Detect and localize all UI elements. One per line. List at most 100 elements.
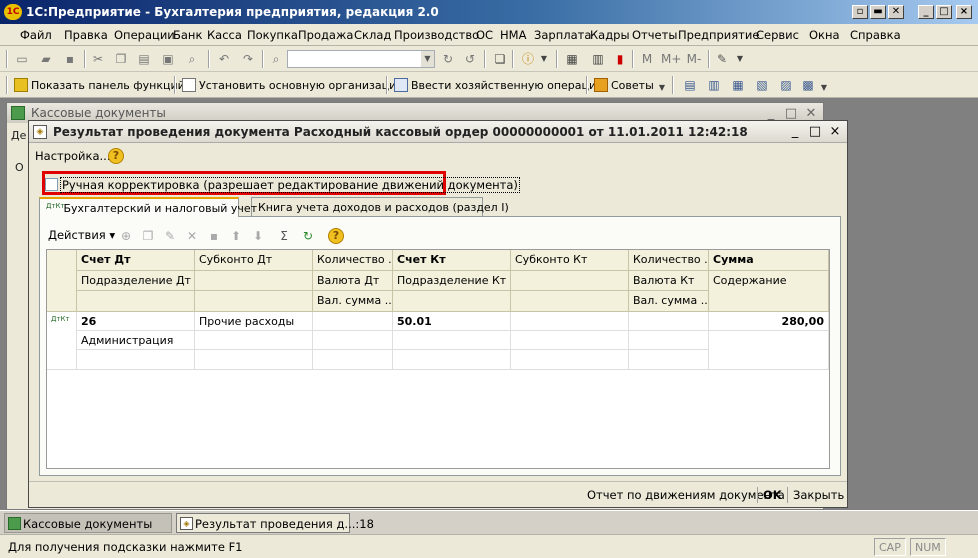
tab-accounting[interactable]: ДтКт Бухгалтерский и налоговый учет: [39, 197, 257, 217]
sum-icon[interactable]: Σ: [276, 228, 292, 244]
manual-correction-checkbox[interactable]: [45, 178, 58, 191]
catalog-icon[interactable]: ▥: [706, 77, 722, 93]
set-org-button[interactable]: Установить основную организацию: [182, 78, 406, 92]
menu-help[interactable]: Справка: [850, 28, 901, 42]
cell-empty[interactable]: [77, 350, 195, 370]
bookmark-icon[interactable]: ▮: [612, 51, 628, 67]
cell-content[interactable]: [709, 331, 829, 370]
refresh-icon[interactable]: ↻: [300, 228, 316, 244]
cell-currency-sum-kt[interactable]: [629, 350, 709, 370]
cell-empty[interactable]: [195, 350, 313, 370]
memory-button[interactable]: М: [640, 51, 654, 67]
chevron-down-icon[interactable]: ▼: [421, 51, 434, 67]
menu-enterprise[interactable]: Предприятие: [678, 28, 759, 42]
search-prev-icon[interactable]: ↺: [462, 51, 478, 67]
header-sum[interactable]: Сумма: [709, 250, 829, 271]
cell-currency-sum-dt[interactable]: [313, 350, 393, 370]
header-account-kt[interactable]: Счет Кт: [393, 250, 511, 271]
menu-salary[interactable]: Зарплата: [534, 28, 591, 42]
header-division-dt[interactable]: Подразделение Дт: [77, 271, 195, 291]
enter-operation-button[interactable]: Ввести хозяйственную операцию: [394, 78, 605, 92]
menu-operations[interactable]: Операции: [114, 28, 175, 42]
postings-grid[interactable]: Счет Дт Субконто Дт Количество ... Счет …: [46, 249, 830, 469]
calendar-icon[interactable]: ▥: [590, 51, 606, 67]
movements-report-button[interactable]: Отчет по движениям документа: [587, 488, 785, 502]
tab-income-book[interactable]: Книга учета доходов и расходов (раздел I…: [251, 197, 509, 217]
cell-quantity-kt[interactable]: [629, 312, 709, 331]
header-currency-sum-dt[interactable]: Вал. сумма ...: [313, 291, 393, 312]
menu-reports[interactable]: Отчеты: [632, 28, 677, 42]
chevron-down-icon[interactable]: ▼: [654, 80, 670, 96]
new-document-icon[interactable]: ▭: [14, 51, 30, 67]
menu-warehouse[interactable]: Склад: [354, 28, 391, 42]
edit-icon[interactable]: ✎: [162, 228, 178, 244]
cell-empty[interactable]: [195, 331, 313, 350]
cut-icon[interactable]: ✂: [90, 51, 106, 67]
close-dialog-button[interactable]: Закрыть: [793, 488, 844, 502]
cell-division-kt[interactable]: [393, 331, 511, 350]
move-up-icon[interactable]: ⬆: [228, 228, 244, 244]
redo-icon[interactable]: ↷: [240, 51, 256, 67]
cell-currency-dt[interactable]: [313, 331, 393, 350]
cell-subconto-kt[interactable]: [511, 312, 629, 331]
mdi-close-button[interactable]: ✕: [888, 5, 904, 19]
menu-sales[interactable]: Продажа: [298, 28, 353, 42]
show-panel-button[interactable]: Показать панель функций: [14, 78, 185, 92]
header-subconto-kt[interactable]: Субконто Кт: [511, 250, 629, 271]
menu-production[interactable]: Производство: [394, 28, 479, 42]
header-division-kt[interactable]: Подразделение Кт: [393, 271, 511, 291]
report-icon[interactable]: ▨: [778, 77, 794, 93]
cell-quantity-dt[interactable]: [313, 312, 393, 331]
cell-account-dt[interactable]: 26: [77, 312, 195, 331]
menu-hr[interactable]: Кадры: [590, 28, 630, 42]
search-next-icon[interactable]: ↻: [440, 51, 456, 67]
cell-empty[interactable]: [511, 350, 629, 370]
ok-button[interactable]: OK: [763, 488, 782, 502]
chevron-down-icon[interactable]: ▼: [536, 51, 552, 67]
delete-icon[interactable]: ▣: [160, 51, 176, 67]
actions-menu-button[interactable]: Действия ▾: [48, 228, 115, 242]
header-quantity-dt[interactable]: Количество ...: [313, 250, 393, 271]
taskbar-item-posting-result[interactable]: ◈ Результат проведения д...:18: [176, 513, 374, 533]
header-currency-kt[interactable]: Валюта Кт: [629, 271, 709, 291]
journal-icon[interactable]: ▤: [682, 77, 698, 93]
menu-fixed-assets[interactable]: ОС: [476, 28, 493, 42]
header-subconto-dt[interactable]: Субконто Дт: [195, 250, 313, 271]
menu-bank[interactable]: Банк: [173, 28, 202, 42]
manual-correction-label[interactable]: Ручная корректировка (разрешает редактир…: [60, 177, 520, 193]
menu-file[interactable]: Файл: [20, 28, 52, 42]
cell-empty[interactable]: [511, 331, 629, 350]
cell-subconto-dt[interactable]: Прочие расходы: [195, 312, 313, 331]
settings-menu-button[interactable]: Настройка...: [35, 149, 111, 163]
header-content[interactable]: Содержание: [709, 271, 829, 312]
help-icon[interactable]: ?: [108, 148, 124, 164]
header-quantity-kt[interactable]: Количество ...: [629, 250, 709, 271]
find-icon[interactable]: ⌕: [184, 51, 200, 67]
close-button[interactable]: ×: [956, 5, 972, 19]
mdi-restore-button[interactable]: ▫: [852, 5, 868, 19]
list-icon[interactable]: ▦: [730, 77, 746, 93]
users-icon[interactable]: ▧: [754, 77, 770, 93]
menu-edit[interactable]: Правка: [64, 28, 108, 42]
save-icon[interactable]: ▪: [62, 51, 78, 67]
header-currency-dt[interactable]: Валюта Дт: [313, 271, 393, 291]
dialog-close-button[interactable]: ×: [827, 124, 843, 140]
paste-icon[interactable]: ▤: [136, 51, 152, 67]
help-icon[interactable]: ?: [328, 228, 344, 244]
cell-currency-kt[interactable]: [629, 331, 709, 350]
search-icon[interactable]: ⌕: [268, 51, 284, 67]
memory-minus-button[interactable]: М-: [684, 51, 704, 67]
move-down-icon[interactable]: ⬇: [250, 228, 266, 244]
chevron-down-icon[interactable]: ▼: [732, 51, 748, 67]
menu-service[interactable]: Сервис: [756, 28, 799, 42]
chevron-down-icon[interactable]: ▼: [816, 80, 832, 96]
menu-intangibles[interactable]: НМА: [500, 28, 526, 42]
windows-icon[interactable]: ❏: [492, 51, 508, 67]
copy-icon[interactable]: ❐: [140, 228, 156, 244]
menu-purchase[interactable]: Покупка: [247, 28, 298, 42]
save-icon[interactable]: ▪: [206, 228, 222, 244]
undo-icon[interactable]: ↶: [216, 51, 232, 67]
search-input[interactable]: [287, 50, 435, 68]
cell-account-kt[interactable]: 50.01: [393, 312, 511, 331]
menu-cash[interactable]: Касса: [207, 28, 242, 42]
